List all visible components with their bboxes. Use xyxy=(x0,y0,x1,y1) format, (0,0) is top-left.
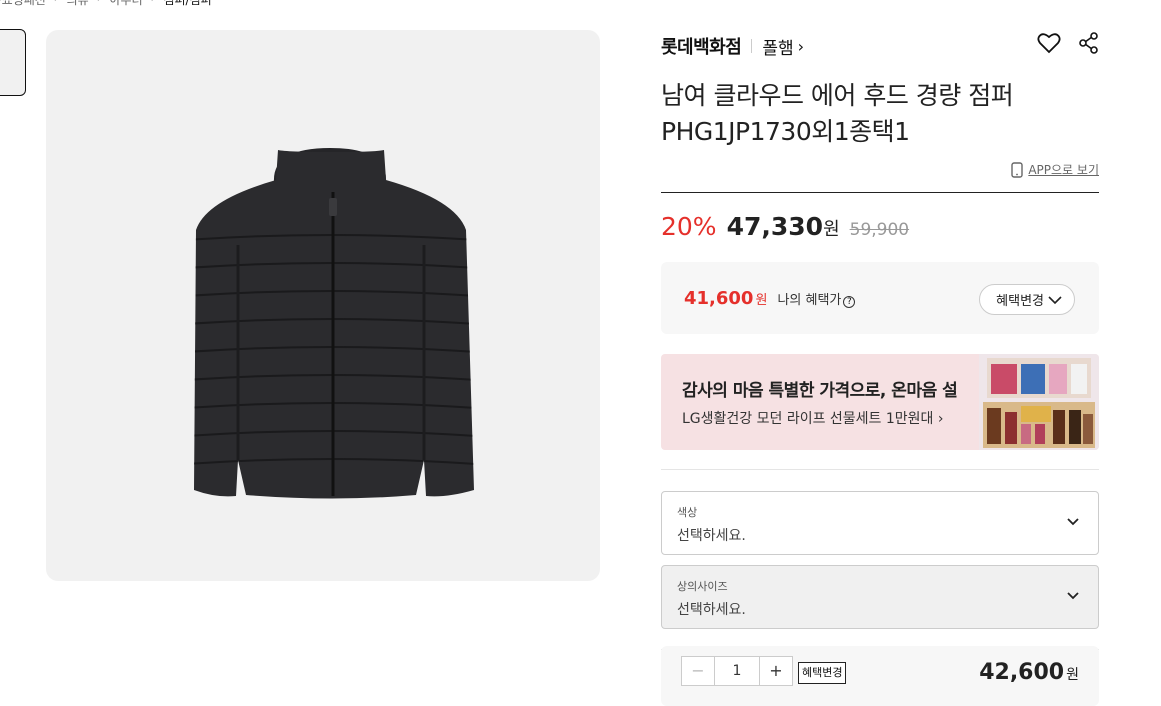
product-title: 남여 클라우드 에어 후드 경량 점퍼 PHG1JP1730외1종택1 xyxy=(661,81,1014,146)
divider xyxy=(661,192,1099,193)
share-icon[interactable] xyxy=(1079,32,1099,58)
banner-subtitle: LG생활건강 모던 라이프 선물세트 1만원대 › xyxy=(682,411,944,427)
line-price: 42,600 원 xyxy=(979,660,1079,685)
breadcrumb: ··쇼핑패션 › 의류 › 아우터 › 점퍼/점퍼 xyxy=(0,0,212,8)
discount-rate: 20% xyxy=(661,212,717,241)
mobile-phone-icon xyxy=(1011,161,1024,178)
breadcrumb-item[interactable]: 아우터 xyxy=(110,0,143,8)
order-line: − 1 + 혜택변경 42,600 원 xyxy=(661,646,1099,706)
chevron-right-icon: › xyxy=(54,0,59,8)
benefit-price-label: 나의 혜택가 xyxy=(777,293,842,308)
benefit-price: 41,600 원 나의 혜택가 ? xyxy=(684,288,856,309)
question-circle-icon[interactable]: ? xyxy=(843,296,856,308)
promo-banner[interactable]: 감사의 마음 특별한 가격으로, 온마음 설 LG생활건강 모던 라이프 선물세… xyxy=(661,354,1099,450)
price-row: 20% 47,330 원 59,900 xyxy=(661,212,909,241)
heart-icon[interactable] xyxy=(1037,32,1061,58)
gift-set-image xyxy=(979,354,1099,450)
change-benefit-button[interactable]: 혜택변경 xyxy=(979,284,1075,315)
chevron-down-icon xyxy=(1067,592,1079,600)
banner-title: 감사의 마음 특별한 가격으로, 온마음 설 xyxy=(682,381,958,401)
line-price-value: 42,600 xyxy=(979,660,1065,685)
breadcrumb-item[interactable]: ··쇼핑패션 xyxy=(0,0,46,8)
benefit-price-box: 41,600 원 나의 혜택가 ? 혜택변경 xyxy=(661,262,1099,334)
select-value: 선택하세요. xyxy=(677,602,746,618)
breadcrumb-item[interactable]: 점퍼/점퍼 xyxy=(163,0,211,8)
color-select[interactable]: 색상 선택하세요. xyxy=(661,491,1099,555)
jacket-image xyxy=(194,148,474,499)
app-view-link[interactable]: APP으로 보기 xyxy=(1011,161,1099,178)
select-label: 상의사이즈 xyxy=(677,580,728,593)
divider xyxy=(661,469,1099,470)
product-thumbnail[interactable] xyxy=(0,29,26,96)
chevron-down-icon xyxy=(1048,295,1062,304)
benefit-price-value: 41,600 xyxy=(684,288,754,309)
select-value: 선택하세요. xyxy=(677,528,746,544)
decrease-button[interactable]: − xyxy=(682,657,714,685)
increase-button[interactable]: + xyxy=(760,657,792,685)
currency-unit: 원 xyxy=(823,219,840,240)
brand-row: 롯데백화점 폴햄 › xyxy=(661,33,804,59)
top-size-select[interactable]: 상의사이즈 선택하세요. xyxy=(661,565,1099,629)
sale-price: 47,330 xyxy=(726,212,824,241)
quantity-input[interactable]: 1 xyxy=(714,657,760,685)
divider xyxy=(751,39,753,53)
breadcrumb-item[interactable]: 의류 xyxy=(67,0,89,8)
app-link-label: APP으로 보기 xyxy=(1028,163,1099,177)
brand-name[interactable]: 롯데백화점 xyxy=(661,33,742,59)
store-link[interactable]: 폴햄 xyxy=(762,34,793,59)
original-price: 59,900 xyxy=(849,220,910,240)
select-label: 색상 xyxy=(677,506,698,519)
currency-unit: 원 xyxy=(1066,667,1079,683)
quantity-stepper: − 1 + xyxy=(681,656,793,686)
chevron-right-icon: › xyxy=(797,36,804,56)
chevron-right-icon: › xyxy=(933,411,944,427)
change-benefit-button[interactable]: 혜택변경 xyxy=(798,662,847,684)
change-benefit-label: 혜택변경 xyxy=(996,294,1044,309)
top-actions xyxy=(1037,32,1099,58)
product-main-image[interactable] xyxy=(46,30,600,581)
chevron-right-icon: › xyxy=(97,0,102,8)
chevron-down-icon xyxy=(1067,518,1079,526)
chevron-right-icon: › xyxy=(151,0,156,8)
currency-unit: 원 xyxy=(755,293,768,308)
jacket-thumbnail-image xyxy=(0,30,26,96)
